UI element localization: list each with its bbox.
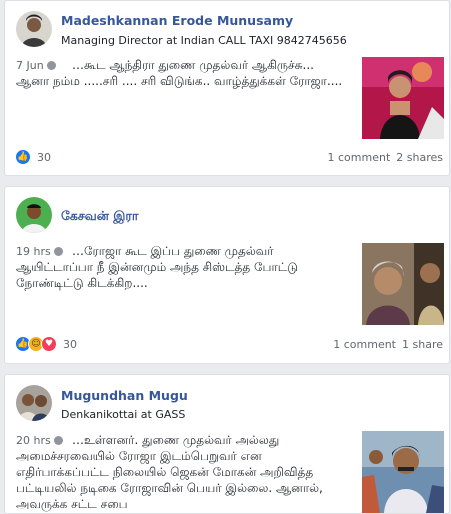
post-stats: 1 comment 2 shares	[328, 151, 443, 164]
avatar[interactable]	[16, 197, 52, 233]
avatar[interactable]	[16, 11, 52, 47]
comments-link[interactable]: 1 comment	[333, 338, 396, 351]
post-author[interactable]: கேசவன் இரா	[61, 208, 138, 225]
post-text: …கூட ஆந்திரா துணை முதல்வர் ஆகிருச்சு... …	[16, 58, 343, 88]
post-card: கேசவன் இரா 19 hrs …ரோஜா கூட இப்ப துணை மு…	[4, 186, 450, 364]
post-stats: 1 comment 1 share	[333, 338, 443, 351]
reactions-summary[interactable]: 👍 ☺ ♥ 30	[15, 336, 77, 352]
like-icon: 👍	[15, 149, 31, 165]
post-author-subtitle: Denkanikottai at GASS	[61, 408, 186, 421]
love-icon: ♥	[41, 336, 57, 352]
reactions-summary[interactable]: 👍 30	[15, 149, 51, 165]
avatar[interactable]	[16, 385, 52, 421]
reaction-count[interactable]: 30	[37, 151, 51, 164]
shares-link[interactable]: 2 shares	[396, 151, 443, 164]
post-thumbnail[interactable]	[362, 57, 444, 139]
post-card: Madeshkannan Erode Munusamy Managing Dir…	[4, 0, 450, 176]
post-thumbnail[interactable]	[362, 243, 444, 325]
post-card: Mugundhan Mugu Denkanikottai at GASS 20 …	[4, 374, 450, 514]
post-thumbnail[interactable]	[362, 431, 444, 513]
post-author[interactable]: Madeshkannan Erode Munusamy	[61, 13, 293, 28]
post-author[interactable]: Mugundhan Mugu	[61, 388, 188, 403]
comments-link[interactable]: 1 comment	[328, 151, 391, 164]
post-text: …உள்ளனர். துணை முதல்வர் அல்லது அமைச்சரவை…	[16, 433, 323, 511]
post-author-subtitle: Managing Director at Indian CALL TAXI 98…	[61, 34, 347, 47]
shares-link[interactable]: 1 share	[402, 338, 443, 351]
post-text: …ரோஜா கூட இப்ப துணை முதல்வர் ஆயிட்டாப்பா…	[16, 244, 298, 290]
reaction-count[interactable]: 30	[63, 338, 77, 351]
